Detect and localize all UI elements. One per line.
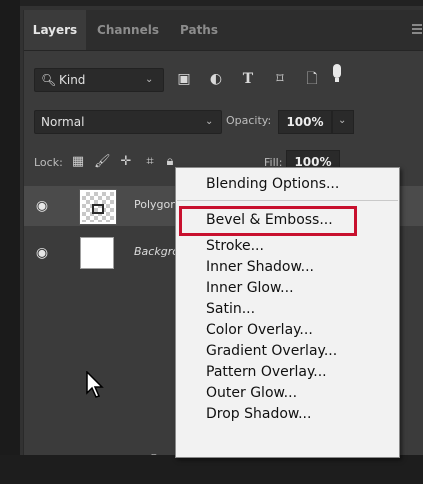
window-bottom-edge	[0, 455, 423, 484]
opacity-label: Opacity:	[226, 114, 272, 127]
highlight-box	[179, 206, 357, 236]
layer-thumbnail	[79, 189, 117, 225]
tab-channels[interactable]: Channels	[86, 10, 170, 50]
menu-item-outer-glow[interactable]: Outer Glow...	[206, 385, 297, 401]
adjustment-filter-icon[interactable]: ◐	[206, 68, 226, 90]
layer-thumbnail	[80, 237, 114, 269]
lock-label: Lock:	[34, 156, 63, 169]
menu-item-gradient-overlay[interactable]: Gradient Overlay...	[206, 343, 337, 359]
menu-item-inner-glow[interactable]: Inner Glow...	[206, 280, 294, 296]
shape-layer-icon	[92, 204, 104, 214]
panel-menu-icon[interactable]	[412, 22, 423, 36]
blend-mode-value: Normal	[41, 115, 85, 129]
menu-item-pattern-overlay[interactable]: Pattern Overlay...	[206, 364, 327, 380]
chevron-down-icon: ⌄	[338, 115, 347, 126]
filter-toggle-icon[interactable]	[330, 64, 344, 90]
tab-paths[interactable]: Paths	[170, 10, 228, 50]
lock-position-icon[interactable]: ✛	[118, 152, 134, 172]
window-top-edge	[0, 0, 423, 6]
eye-icon[interactable]: ◉	[34, 245, 50, 261]
chevron-down-icon: ⌄	[145, 74, 154, 85]
lock-artboard-icon[interactable]: ⌗	[142, 152, 158, 172]
blend-mode-select[interactable]: Normal ⌄	[34, 110, 222, 134]
tab-layers[interactable]: Layers	[24, 10, 86, 50]
image-filter-icon[interactable]: ▣	[174, 68, 194, 90]
menu-item-satin[interactable]: Satin...	[206, 301, 255, 317]
layer-style-context-menu: Blending Options... Bevel & Emboss... St…	[175, 167, 400, 458]
mouse-cursor-icon	[86, 371, 104, 398]
chevron-down-icon: ⌄	[205, 116, 214, 127]
panel-tab-bar: Layers Channels Paths	[24, 10, 423, 51]
menu-separator	[177, 200, 398, 201]
menu-item-inner-shadow[interactable]: Inner Shadow...	[206, 259, 314, 275]
type-filter-icon[interactable]: T	[238, 68, 258, 90]
window-left-edge	[0, 0, 20, 484]
opacity-dropdown[interactable]: ⌄	[332, 110, 354, 134]
menu-item-color-overlay[interactable]: Color Overlay...	[206, 322, 313, 338]
menu-item-blending-options[interactable]: Blending Options...	[206, 176, 339, 192]
opacity-input[interactable]: 100%	[278, 110, 332, 134]
search-icon: 🔍︎	[41, 73, 57, 87]
menu-item-stroke[interactable]: Stroke...	[206, 238, 264, 254]
smart-object-filter-icon[interactable]: 🗋︎	[302, 68, 322, 90]
menu-item-drop-shadow[interactable]: Drop Shadow...	[206, 406, 311, 422]
lock-image-pixels-icon[interactable]: 🖌︎	[94, 152, 111, 172]
lock-transparent-pixels-icon[interactable]: ▦	[70, 152, 86, 172]
shape-filter-icon[interactable]: ⌑	[270, 68, 290, 90]
eye-icon[interactable]: ◉	[34, 198, 50, 214]
filter-kind-select[interactable]: 🔍︎ Kind ⌄	[34, 68, 164, 92]
filter-kind-label: Kind	[59, 73, 86, 87]
